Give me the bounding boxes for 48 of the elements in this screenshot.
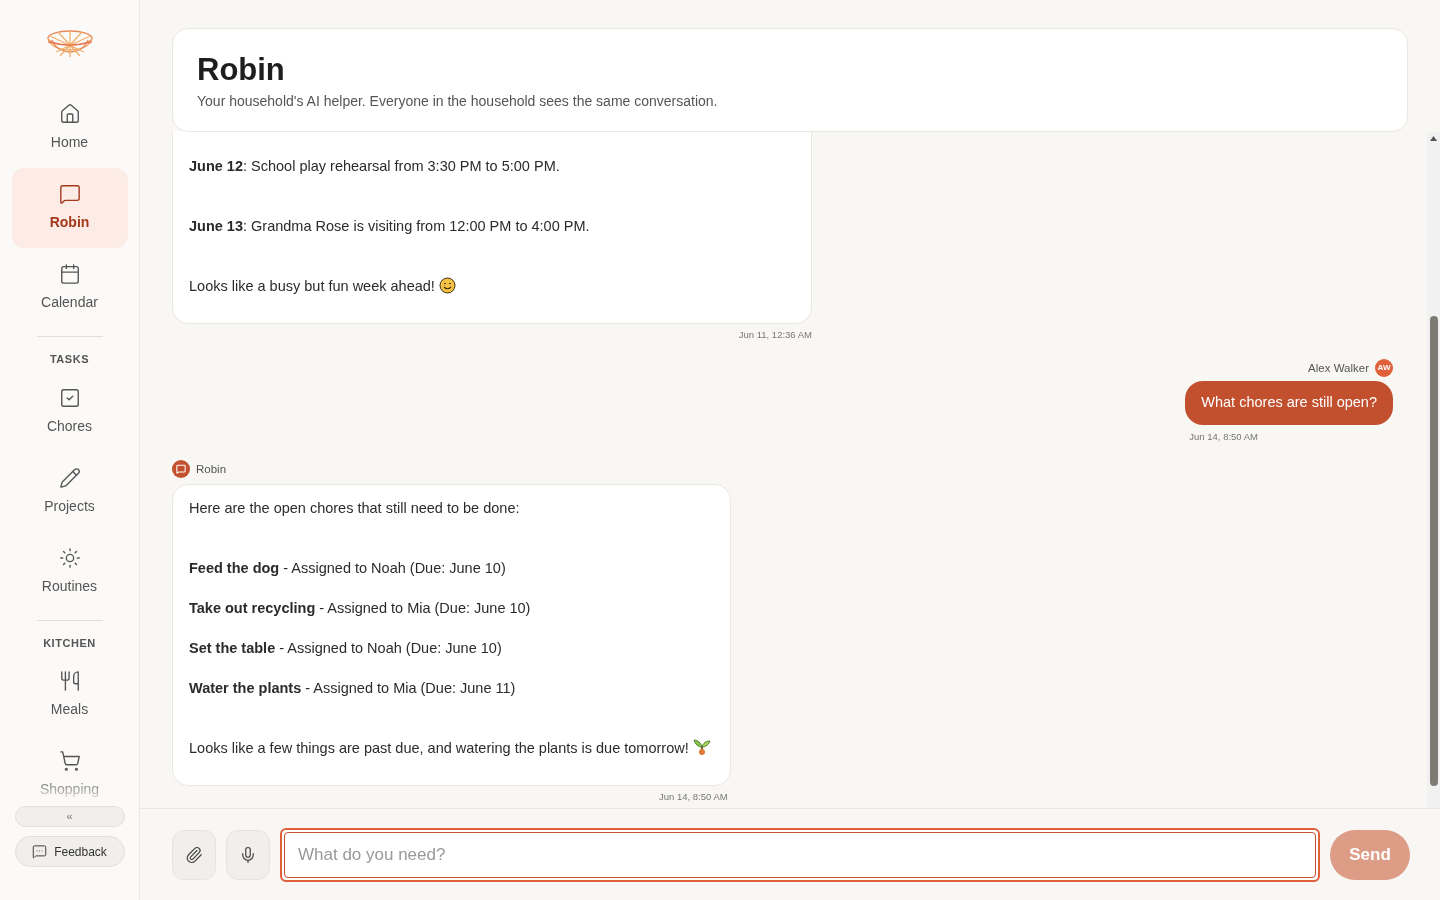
author-name: Alex Walker (1308, 360, 1369, 376)
nav-item[interactable]: Calendar (11, 248, 128, 328)
feedback-button[interactable]: Feedback (14, 836, 125, 867)
microphone-button[interactable] (226, 829, 270, 880)
author-name: Robin (196, 461, 227, 477)
collapse-button[interactable]: « (14, 806, 125, 827)
sprout-icon (692, 738, 711, 757)
nav-item[interactable]: Projects (11, 451, 128, 532)
smiling-face-icon (438, 277, 456, 294)
calendar-icon (58, 263, 81, 285)
microphone-icon (239, 845, 257, 864)
message-text: Take out recycling - Assigned to Mia (Due: June 10) (189, 599, 532, 619)
message-text: Looks like a busy but fun week ahead! (189, 276, 795, 296)
checkbox-icon (58, 386, 81, 409)
paperclip-icon (185, 845, 203, 864)
sun-icon (58, 546, 81, 569)
message-text: June 12: School play rehearsal from 3:30 PM to 5:00 PM. (189, 157, 561, 176)
nav-item[interactable]: Robin (11, 168, 128, 248)
nav-item[interactable]: Meals (11, 655, 128, 735)
scrollbar-thumb[interactable] (1429, 316, 1438, 786)
nav-item[interactable]: Routines (11, 531, 128, 612)
section-label: TASKS (49, 352, 90, 367)
attach-button[interactable] (172, 829, 216, 880)
message-time: Jun 14, 8:50 AM (659, 790, 728, 805)
message-time: Jun 11, 12:36 AM (738, 328, 812, 342)
page-title: Robin (197, 51, 286, 89)
user-avatar: AW (1375, 359, 1393, 378)
message-text: Looks like a few things are past due, and watering the plants is due tomorrow! (189, 738, 714, 759)
message-text: Here are the open chores that still need to be done: (189, 499, 521, 519)
scroll-up-arrow-icon[interactable] (1430, 136, 1437, 141)
feedback-icon (32, 844, 48, 859)
message-text: Feed the dog - Assigned to Noah (Due: June 10) (189, 559, 507, 579)
page-subtitle: Your household's AI helper. Everyone in the household sees the same conversation. (197, 92, 719, 111)
message-text: June 13: Grandma Rose is visiting from 12:00 PM to 4:00 PM. (189, 217, 591, 236)
section-label: KITCHEN (43, 635, 96, 651)
home-icon (58, 103, 81, 125)
nav-item[interactable]: Chores (11, 371, 128, 452)
message-time: Jun 14, 8:50 AM (1189, 430, 1258, 444)
nav-item[interactable]: Home (11, 88, 128, 168)
chat-bubble-icon (58, 183, 81, 205)
pencil-icon (58, 466, 81, 489)
message-input-field[interactable]: What do you need? (280, 827, 1320, 882)
message-text: Water the plants - Assigned to Mia (Due: June 11) (189, 679, 517, 699)
assistant-avatar (172, 460, 190, 479)
message-text: Set the table - Assigned to Noah (Due: June 10) (189, 639, 503, 659)
user-message-bubble: What chores are still open? (1185, 381, 1393, 425)
cart-icon (58, 750, 81, 772)
fork-knife-icon (58, 670, 81, 692)
